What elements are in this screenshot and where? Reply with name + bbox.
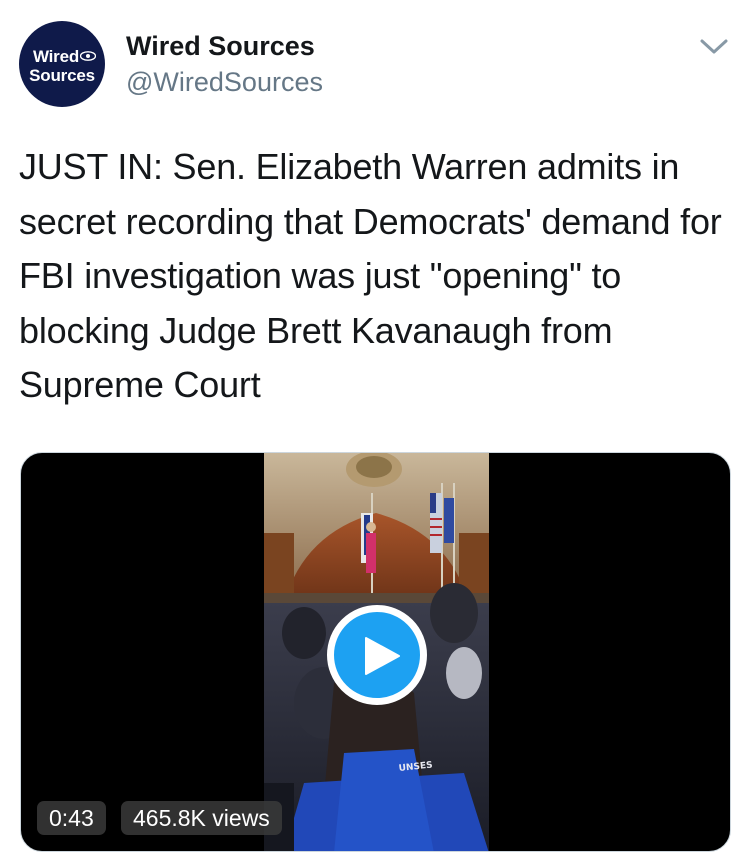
avatar-wordmark-line2: Sources — [29, 66, 95, 85]
author-display-name[interactable]: Wired Sources — [126, 30, 315, 62]
play-icon — [365, 637, 400, 675]
avatar[interactable]: Wired Sources — [19, 21, 105, 107]
play-button[interactable] — [327, 605, 427, 705]
tweet[interactable]: Wired Sources Wired Sources @WiredSource… — [0, 0, 750, 856]
video-player[interactable]: UNSES 0:43 465.8K views — [20, 452, 731, 852]
video-views-badge: 465.8K views — [121, 801, 282, 835]
avatar-wordmark-line1: Wired — [32, 47, 80, 66]
video-duration-badge: 0:43 — [37, 801, 106, 835]
tweet-text: JUST IN: Sen. Elizabeth Warren admits in… — [19, 146, 722, 405]
logo-eye-icon — [80, 51, 96, 61]
chevron-down-icon[interactable] — [694, 32, 734, 60]
author-handle[interactable]: @WiredSources — [126, 66, 323, 98]
